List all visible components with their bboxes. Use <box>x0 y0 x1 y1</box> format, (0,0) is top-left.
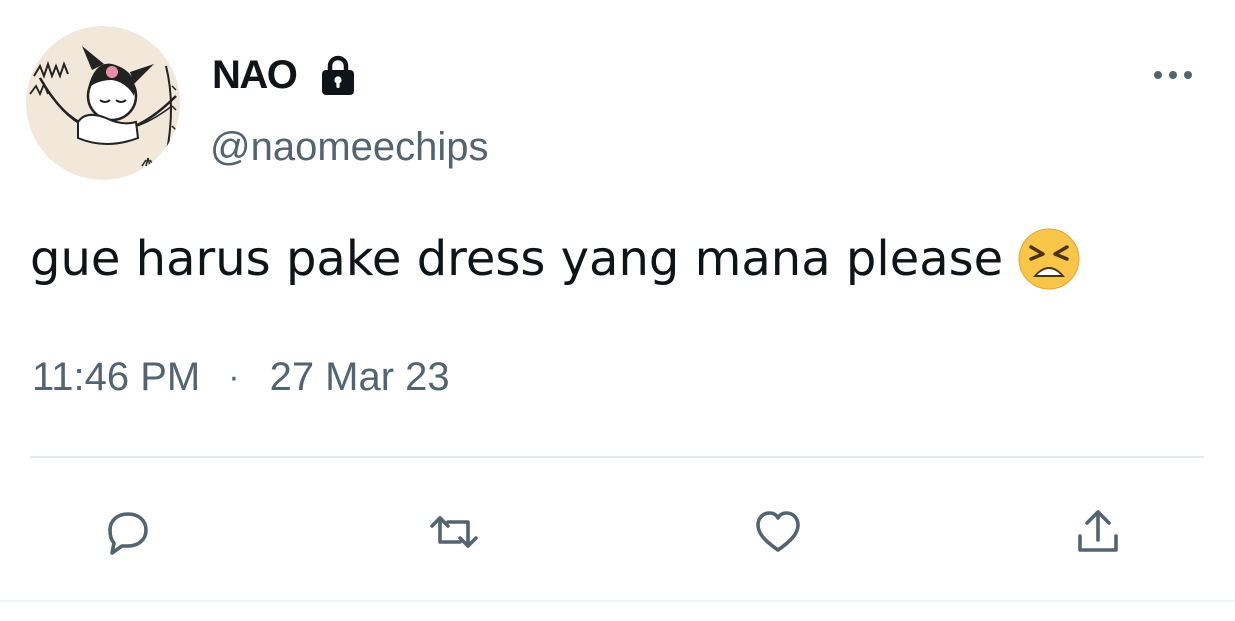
display-name-row: NAO <box>212 50 360 100</box>
like-button[interactable] <box>746 500 810 564</box>
tweet-meta: 11:46 PM · 27 Mar 23 <box>32 352 450 402</box>
tweet-card: NAO @naomeechips gue harus pake dress ya… <box>0 0 1235 621</box>
display-name[interactable]: NAO <box>212 50 298 100</box>
retweet-button[interactable] <box>422 500 486 564</box>
reply-button[interactable] <box>96 500 160 564</box>
bottom-divider <box>0 600 1235 602</box>
tweet-date[interactable]: 27 Mar 23 <box>270 352 450 402</box>
tired-face-emoji-icon <box>1017 227 1081 291</box>
share-icon <box>1078 510 1118 552</box>
divider <box>30 456 1204 458</box>
lock-icon <box>316 53 360 97</box>
tweet-text-row: gue harus pake dress yang mana please <box>30 224 1081 294</box>
avatar-illustration <box>29 46 177 167</box>
user-handle[interactable]: @naomeechips <box>210 122 489 172</box>
meta-separator: · <box>228 358 240 396</box>
tweet-text: gue harus pake dress yang mana please <box>30 231 1004 287</box>
reply-icon <box>108 512 148 555</box>
retweet-icon <box>430 516 478 548</box>
tweet-time[interactable]: 11:46 PM <box>32 352 200 402</box>
avatar[interactable] <box>26 26 180 180</box>
more-options-icon[interactable] <box>1148 60 1198 90</box>
share-button[interactable] <box>1066 500 1130 564</box>
heart-icon <box>756 511 800 552</box>
